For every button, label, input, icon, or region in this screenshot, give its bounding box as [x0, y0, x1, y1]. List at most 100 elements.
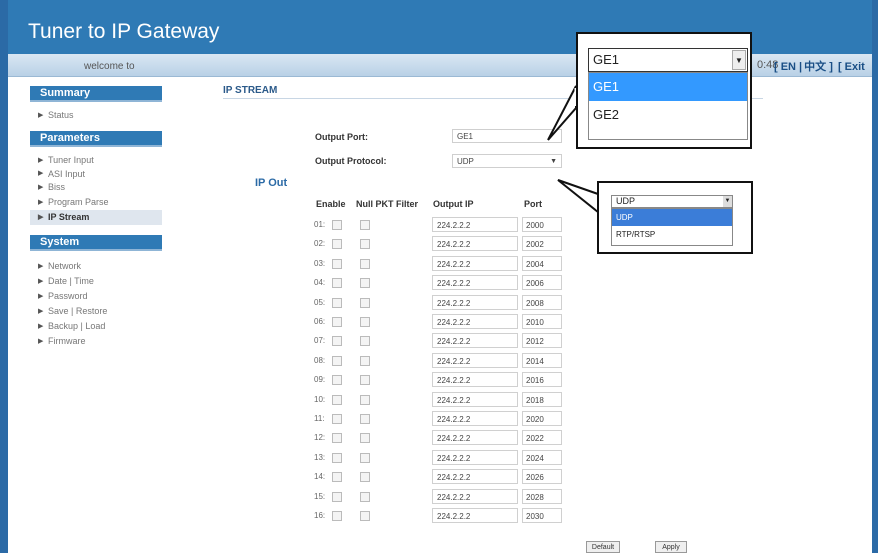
sidebar-item-status[interactable]: ▶ Status: [30, 108, 162, 123]
language-links: [ EN | 中文 ] [ Exit: [774, 58, 867, 74]
enable-checkbox[interactable]: [332, 355, 342, 366]
sidebar-item-program-parse[interactable]: ▶ Program Parse: [30, 195, 162, 210]
output-ip-field[interactable]: 224.2.2.2: [432, 352, 518, 368]
enable-checkbox[interactable]: [332, 511, 342, 521]
port-field[interactable]: 2022: [522, 430, 562, 446]
output-ip-field[interactable]: 224.2.2.2: [432, 508, 518, 523]
output-ip-field[interactable]: 224.2.2.2: [432, 275, 518, 291]
port-field[interactable]: 2006: [522, 275, 562, 291]
null-pkt-filter-checkbox[interactable]: [360, 394, 370, 405]
enable-checkbox[interactable]: [332, 220, 342, 230]
output-protocol-dropdown-callout: UDP ▼ UDP RTP/RTSP: [597, 181, 753, 254]
row-number: 09:: [314, 375, 326, 385]
row-number: 11:: [314, 414, 325, 423]
output-protocol-select[interactable]: UDP ▼: [452, 154, 562, 168]
output-ip-field[interactable]: 224.2.2.2: [432, 236, 518, 252]
output-ip-field[interactable]: 224.2.2.2: [432, 333, 518, 349]
null-pkt-filter-checkbox[interactable]: [360, 433, 370, 444]
null-pkt-filter-checkbox[interactable]: [360, 491, 370, 502]
output-ip-field[interactable]: 224.2.2.2: [432, 294, 518, 310]
option-udp[interactable]: UDP: [612, 209, 732, 226]
null-pkt-filter-checkbox[interactable]: [360, 239, 370, 250]
null-pkt-filter-checkbox[interactable]: [360, 355, 370, 366]
option-ge1[interactable]: GE1: [589, 73, 747, 101]
row-number: 12:: [314, 433, 326, 443]
default-button[interactable]: Default: [586, 541, 620, 553]
option-rtp-rtsp[interactable]: RTP/RTSP: [612, 226, 732, 243]
null-pkt-filter-checkbox[interactable]: [360, 414, 370, 424]
chevron-down-icon[interactable]: ▼: [723, 196, 732, 207]
null-pkt-filter-checkbox[interactable]: [360, 336, 370, 347]
enable-checkbox[interactable]: [332, 433, 342, 444]
row-number: 06:: [314, 317, 326, 326]
output-ip-field[interactable]: 224.2.2.2: [432, 372, 518, 388]
callout-protocol-select[interactable]: UDP ▼: [611, 195, 733, 208]
sidebar-item-asi-input[interactable]: ▶ ASI Input: [30, 168, 162, 180]
output-ip-field[interactable]: 224.2.2.2: [432, 488, 518, 504]
output-port-select[interactable]: GE1: [452, 129, 562, 143]
exit-link[interactable]: [ Exit: [838, 61, 865, 73]
null-pkt-filter-checkbox[interactable]: [360, 297, 370, 308]
row-number: 02:: [314, 239, 326, 249]
enable-checkbox[interactable]: [332, 414, 342, 424]
enable-checkbox[interactable]: [332, 452, 342, 463]
lang-en-link[interactable]: [ EN |: [774, 61, 802, 73]
null-pkt-filter-checkbox[interactable]: [360, 452, 370, 463]
port-field[interactable]: 2014: [522, 352, 562, 368]
header-enable: Enable: [316, 199, 346, 209]
port-field[interactable]: 2004: [522, 255, 562, 271]
table-row: 11: 224.2.2.2 2020: [0, 410, 878, 430]
header-port: Port: [524, 199, 542, 209]
enable-checkbox[interactable]: [332, 239, 342, 250]
port-field[interactable]: 2024: [522, 449, 562, 465]
null-pkt-filter-checkbox[interactable]: [360, 511, 370, 521]
chevron-down-icon[interactable]: ▼: [732, 50, 746, 70]
enable-checkbox[interactable]: [332, 297, 342, 308]
table-row: 15: 224.2.2.2 2028: [0, 488, 878, 508]
output-ip-field[interactable]: 224.2.2.2: [432, 430, 518, 446]
port-field[interactable]: 2016: [522, 372, 562, 388]
null-pkt-filter-checkbox[interactable]: [360, 278, 370, 289]
callout-port-select[interactable]: GE1 ▼: [588, 48, 748, 72]
port-field[interactable]: 2010: [522, 314, 562, 329]
table-row: 12: 224.2.2.2 2022: [0, 429, 878, 449]
table-row: 08: 224.2.2.2 2014: [0, 352, 878, 372]
port-field[interactable]: 2018: [522, 391, 562, 407]
null-pkt-filter-checkbox[interactable]: [360, 220, 370, 230]
enable-checkbox[interactable]: [332, 317, 342, 327]
output-ip-field[interactable]: 224.2.2.2: [432, 449, 518, 465]
port-field[interactable]: 2008: [522, 294, 562, 310]
triangle-icon: ▶: [38, 184, 44, 191]
sidebar-item-tuner-input[interactable]: ▶ Tuner Input: [30, 153, 162, 168]
port-field[interactable]: 2026: [522, 469, 562, 485]
enable-checkbox[interactable]: [332, 394, 342, 405]
output-ip-field[interactable]: 224.2.2.2: [432, 469, 518, 485]
enable-checkbox[interactable]: [332, 258, 342, 269]
output-ip-field[interactable]: 224.2.2.2: [432, 217, 518, 232]
triangle-icon: ▶: [38, 199, 44, 206]
option-ge2[interactable]: GE2: [589, 101, 747, 129]
null-pkt-filter-checkbox[interactable]: [360, 317, 370, 327]
null-pkt-filter-checkbox[interactable]: [360, 472, 370, 483]
output-ip-field[interactable]: 224.2.2.2: [432, 314, 518, 329]
enable-checkbox[interactable]: [332, 375, 342, 386]
enable-checkbox[interactable]: [332, 472, 342, 483]
port-field[interactable]: 2000: [522, 217, 562, 232]
output-ip-field[interactable]: 224.2.2.2: [432, 255, 518, 271]
port-field[interactable]: 2028: [522, 488, 562, 504]
port-field[interactable]: 2020: [522, 411, 562, 426]
port-field[interactable]: 2002: [522, 236, 562, 252]
lang-zh-link[interactable]: 中文 ]: [804, 61, 833, 73]
port-field[interactable]: 2030: [522, 508, 562, 523]
table-row: 04: 224.2.2.2 2006: [0, 274, 878, 294]
sidebar-item-biss[interactable]: ▶ Biss: [30, 180, 162, 195]
port-field[interactable]: 2012: [522, 333, 562, 349]
enable-checkbox[interactable]: [332, 491, 342, 502]
apply-button[interactable]: Apply: [655, 541, 687, 553]
output-ip-field[interactable]: 224.2.2.2: [432, 411, 518, 426]
null-pkt-filter-checkbox[interactable]: [360, 258, 370, 269]
enable-checkbox[interactable]: [332, 336, 342, 347]
null-pkt-filter-checkbox[interactable]: [360, 375, 370, 386]
enable-checkbox[interactable]: [332, 278, 342, 289]
output-ip-field[interactable]: 224.2.2.2: [432, 391, 518, 407]
